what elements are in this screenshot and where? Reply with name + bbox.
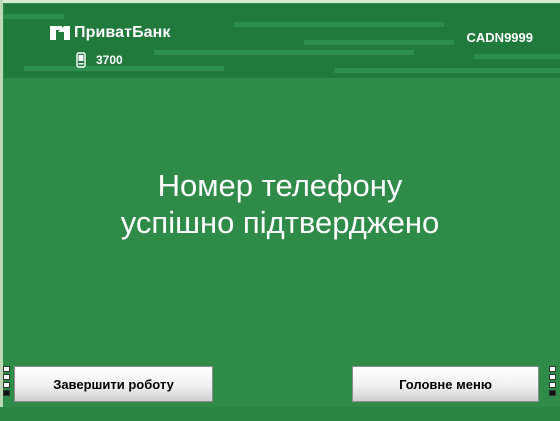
header-stripe bbox=[334, 68, 560, 73]
side-key-indicator bbox=[549, 374, 556, 380]
header-stripe bbox=[24, 66, 224, 71]
main-menu-button[interactable]: Головне меню bbox=[352, 366, 539, 402]
side-key-indicator bbox=[549, 382, 556, 388]
phone-number: 3700 bbox=[96, 53, 123, 67]
atm-screen: ПриватБанк 3700 CADN9999 Номер телефону … bbox=[0, 0, 560, 421]
message-line-2: успішно підтверджено bbox=[120, 205, 440, 240]
side-key-indicator bbox=[549, 366, 556, 372]
status-message: Номер телефону успішно підтверджено bbox=[0, 167, 560, 241]
header-stripe bbox=[234, 22, 444, 27]
header-stripe bbox=[474, 54, 560, 59]
header-bar: ПриватБанк 3700 CADN9999 bbox=[4, 4, 560, 78]
side-key-indicator bbox=[3, 366, 10, 372]
side-key-indicator bbox=[3, 374, 10, 380]
header-stripe bbox=[304, 40, 454, 45]
finish-work-button[interactable]: Завершити роботу bbox=[14, 366, 213, 402]
finish-work-label: Завершити роботу bbox=[53, 376, 174, 392]
side-key-indicator bbox=[549, 390, 556, 396]
header-stripe bbox=[154, 50, 414, 55]
left-side-keys bbox=[3, 366, 11, 396]
mobile-phone-icon bbox=[76, 52, 86, 68]
privatbank-logo-icon bbox=[48, 25, 72, 41]
side-key-indicator bbox=[3, 390, 10, 396]
terminal-id: CADN9999 bbox=[466, 30, 533, 45]
brand-logo: ПриватБанк bbox=[48, 24, 171, 42]
right-side-keys bbox=[549, 366, 557, 396]
main-menu-label: Головне меню bbox=[399, 376, 492, 392]
header-stripe bbox=[4, 14, 64, 19]
message-line-1: Номер телефону bbox=[157, 168, 403, 203]
side-key-indicator bbox=[3, 382, 10, 388]
brand-name: ПриватБанк bbox=[74, 24, 171, 41]
bottom-bar bbox=[0, 407, 560, 421]
phone-info: 3700 bbox=[76, 52, 123, 68]
